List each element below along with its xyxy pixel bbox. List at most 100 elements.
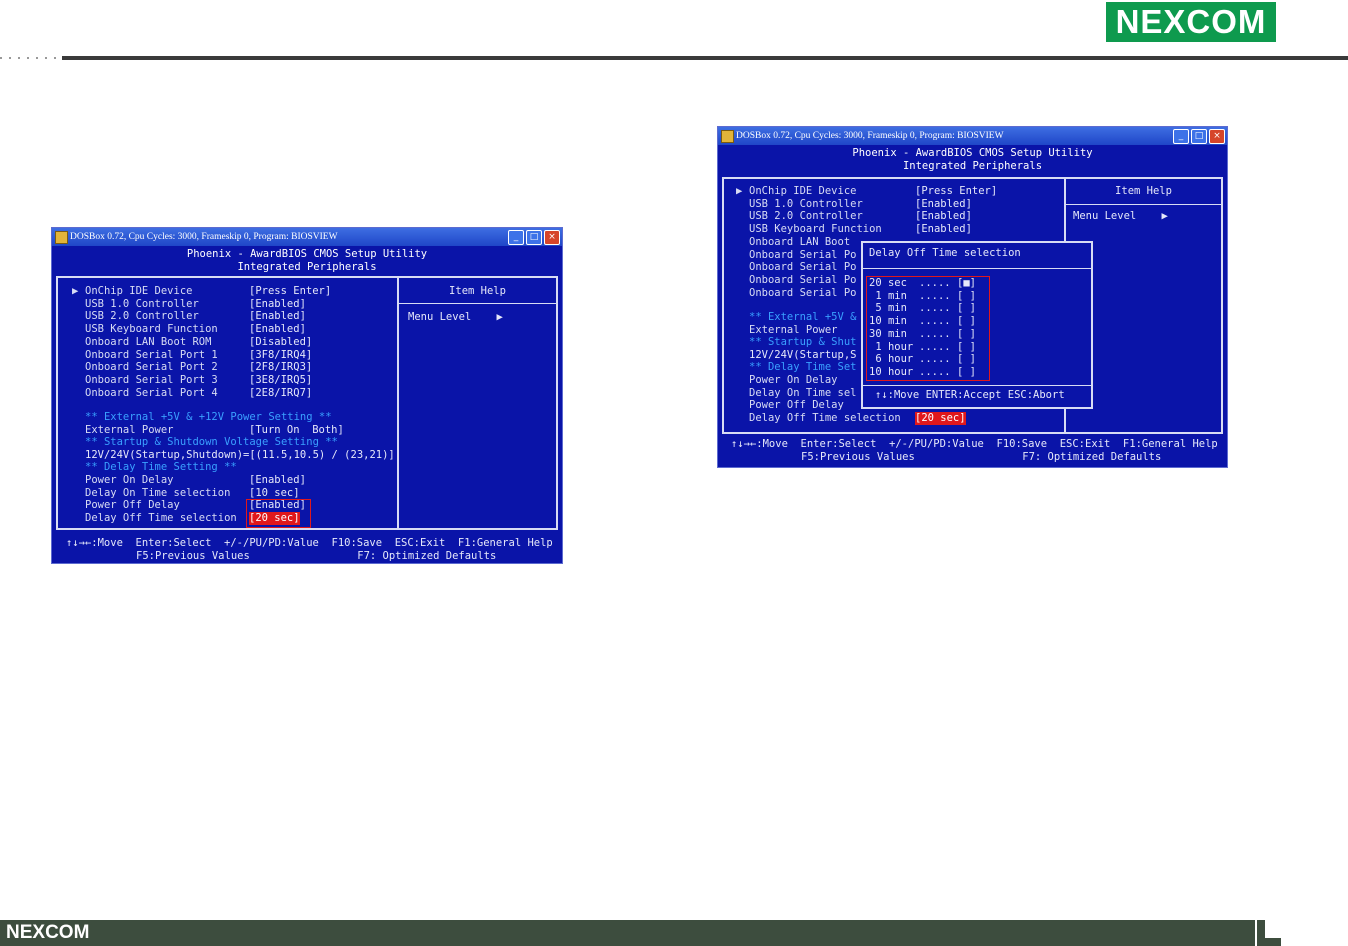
- popup-footer: ↑↓:Move ENTER:Accept ESC:Abort: [875, 389, 1065, 401]
- setting-label: Onboard Serial Port 4: [85, 386, 218, 399]
- popup-highlight-box: [866, 276, 990, 381]
- delay-setting-row[interactable]: Power Off Delay: [749, 399, 844, 412]
- setting-label: Power Off Delay: [85, 499, 180, 512]
- external-power-value[interactable]: [Turn On Both]: [249, 424, 344, 437]
- setting-value[interactable]: [Enabled]: [249, 323, 306, 336]
- external-power-row[interactable]: External Power: [749, 324, 838, 337]
- setting-label: Onboard LAN Boot ROM: [85, 335, 212, 348]
- bios-title: Phoenix - AwardBIOS CMOS Setup Utility: [852, 147, 1093, 159]
- setting-value[interactable]: [Enabled]: [915, 210, 972, 223]
- delay-setting-row[interactable]: Power Off Delay: [85, 499, 180, 512]
- help-menu-level: Menu Level ▶: [408, 311, 503, 324]
- item-help-title: Item Help: [1115, 185, 1172, 197]
- setting-value[interactable]: [Disabled]: [249, 336, 312, 349]
- setting-label: Onboard Serial Po: [749, 248, 857, 261]
- setting-row[interactable]: Onboard Serial Port 3: [72, 374, 218, 387]
- window-titlebar: DOSBox 0.72, Cpu Cycles: 3000, Frameskip…: [52, 228, 562, 246]
- setting-value[interactable]: [Press Enter]: [249, 285, 331, 298]
- minimize-button[interactable]: _: [1173, 129, 1189, 144]
- setting-row[interactable]: Onboard Serial Po: [736, 287, 856, 300]
- delay-setting-row[interactable]: Delay On Time selection: [85, 487, 230, 500]
- setting-label: USB 1.0 Controller: [85, 297, 199, 310]
- setting-value[interactable]: [Enabled]: [915, 198, 972, 211]
- dosbox-icon: [55, 231, 68, 244]
- window-title: DOSBox 0.72, Cpu Cycles: 3000, Frameskip…: [736, 131, 1004, 141]
- setting-label: Onboard Serial Port 2: [85, 361, 218, 374]
- setting-label: Onboard LAN Boot: [749, 235, 851, 248]
- setting-row[interactable]: Onboard Serial Po: [736, 274, 856, 287]
- setting-row[interactable]: USB 1.0 Controller: [72, 298, 199, 311]
- menu-level-label: Menu Level: [408, 311, 472, 323]
- setting-value[interactable]: [20 sec]: [915, 412, 966, 425]
- setting-value[interactable]: [Enabled]: [249, 474, 306, 487]
- header-dots: [0, 57, 60, 59]
- footer-bar: [0, 920, 1255, 946]
- setting-label: USB Keyboard Function: [749, 223, 882, 236]
- setting-value[interactable]: [Press Enter]: [915, 185, 997, 198]
- setting-row[interactable]: USB 1.0 Controller: [736, 198, 863, 211]
- setting-label: Delay On Time sel: [749, 386, 857, 399]
- close-button[interactable]: ×: [544, 230, 560, 245]
- setting-value[interactable]: [2F8/IRQ3]: [249, 361, 312, 374]
- setting-value[interactable]: [3E8/IRQ5]: [249, 374, 312, 387]
- setting-value[interactable]: [Enabled]: [249, 310, 306, 323]
- footer-nexcom-logo: NEXCOM: [6, 922, 90, 943]
- setting-row[interactable]: Onboard Serial Port 2: [72, 361, 218, 374]
- setting-row[interactable]: ▶ OnChip IDE Device: [736, 185, 856, 198]
- setting-label: USB 1.0 Controller: [749, 197, 863, 210]
- help-menu-level: Menu Level ▶: [1073, 210, 1168, 223]
- key-legend-line2: F5:Previous Values F7: Optimized Default…: [136, 550, 497, 562]
- minimize-button[interactable]: _: [508, 230, 524, 245]
- setting-row[interactable]: Onboard LAN Boot: [736, 236, 850, 249]
- setting-label: Delay Off Time selection: [85, 512, 237, 525]
- setting-row[interactable]: USB 2.0 Controller: [72, 310, 199, 323]
- section-delay: ** Delay Time Setting **: [85, 461, 237, 473]
- setting-label: Onboard Serial Po: [749, 286, 857, 299]
- delay-setting-row[interactable]: Power On Delay: [85, 474, 174, 487]
- delay-setting-row[interactable]: Delay Off Time selection: [85, 512, 237, 525]
- window-title: DOSBox 0.72, Cpu Cycles: 3000, Frameskip…: [70, 232, 338, 242]
- corner-mark-icon: [1257, 920, 1281, 946]
- bios-subtitle: Integrated Peripherals: [237, 261, 377, 273]
- maximize-button[interactable]: □: [526, 230, 542, 245]
- key-legend-line2: F5:Previous Values F7: Optimized Default…: [801, 451, 1162, 463]
- menu-level-arrow-icon: ▶: [1161, 210, 1168, 222]
- popup-title: Delay Off Time selection: [869, 247, 1021, 259]
- nexcom-logo: NEXCOM: [1106, 2, 1276, 42]
- setting-row[interactable]: USB Keyboard Function: [72, 323, 218, 336]
- setting-label: Onboard Serial Port 3: [85, 373, 218, 386]
- popup-footer-line: [863, 385, 1091, 386]
- popup-title-line: [863, 268, 1091, 269]
- setting-row[interactable]: Onboard Serial Po: [736, 249, 856, 262]
- item-help-title: Item Help: [449, 285, 506, 297]
- delay-setting-row[interactable]: Power On Delay: [749, 374, 838, 387]
- setting-label: Power Off Delay: [749, 399, 844, 412]
- setting-row[interactable]: Onboard Serial Port 1: [72, 349, 218, 362]
- voltage-setting[interactable]: 12V/24V(Startup,S: [749, 349, 856, 362]
- setting-value[interactable]: [2E8/IRQ7]: [249, 387, 312, 400]
- setting-row[interactable]: Onboard Serial Po: [736, 261, 856, 274]
- setting-row[interactable]: USB 2.0 Controller: [736, 210, 863, 223]
- setting-label: Onboard Serial Po: [749, 261, 857, 274]
- key-legend-line1: ↑↓→←:Move Enter:Select +/-/PU/PD:Value F…: [66, 537, 553, 549]
- setting-value[interactable]: [Enabled]: [249, 298, 306, 311]
- setting-value[interactable]: [3F8/IRQ4]: [249, 349, 312, 362]
- setting-label: OnChip IDE Device: [85, 285, 193, 297]
- section-voltage: ** Startup & Shut: [749, 336, 857, 348]
- maximize-button[interactable]: □: [1191, 129, 1207, 144]
- setting-row[interactable]: USB Keyboard Function: [736, 223, 882, 236]
- setting-row[interactable]: ▶ OnChip IDE Device: [72, 285, 192, 298]
- voltage-setting[interactable]: 12V/24V(Startup,Shutdown)=[(11.5,10.5) /…: [85, 449, 395, 462]
- setting-value[interactable]: [Enabled]: [915, 223, 972, 236]
- external-power-label: External Power: [749, 324, 838, 336]
- delay-setting-row[interactable]: Delay On Time sel: [749, 387, 856, 400]
- setting-label: Power On Delay: [749, 374, 838, 386]
- menu-level-label: Menu Level: [1073, 210, 1137, 222]
- delay-setting-row[interactable]: Delay Off Time selection: [749, 412, 901, 425]
- setting-label: Delay Off Time selection: [749, 412, 901, 425]
- close-button[interactable]: ×: [1209, 129, 1225, 144]
- external-power-row[interactable]: External Power: [85, 424, 174, 437]
- setting-row[interactable]: Onboard Serial Port 4: [72, 387, 218, 400]
- setting-value[interactable]: [10 sec]: [249, 487, 300, 500]
- setting-row[interactable]: Onboard LAN Boot ROM: [72, 336, 211, 349]
